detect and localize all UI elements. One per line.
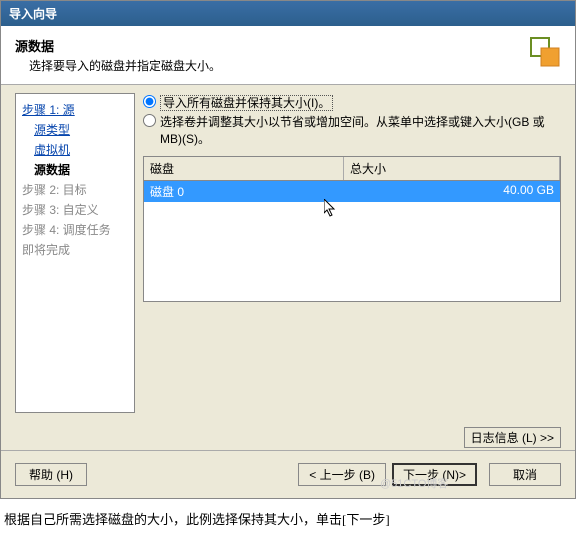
page-title: 源数据 bbox=[15, 36, 221, 55]
back-button[interactable]: < 上一步 (B) bbox=[298, 463, 386, 486]
radio-import-all-input[interactable] bbox=[143, 95, 156, 108]
content-area: 步骤 1: 源 源类型 虚拟机 源数据 步骤 2: 目标 步骤 3: 自定义 步… bbox=[1, 85, 575, 421]
step-1-source[interactable]: 步骤 1: 源 bbox=[20, 100, 130, 119]
step-finish: 即将完成 bbox=[20, 240, 130, 259]
step-2-target: 步骤 2: 目标 bbox=[20, 180, 130, 199]
main-panel: 导入所有磁盘并保持其大小(I)。 选择卷并调整其大小以节省或增加空间。从菜单中选… bbox=[143, 93, 561, 413]
radio-select-volumes[interactable]: 选择卷并调整其大小以节省或增加空间。从菜单中选择或键入大小(GB 或 MB)(S… bbox=[143, 112, 561, 148]
radio-import-all-label: 导入所有磁盘并保持其大小(I)。 bbox=[160, 94, 333, 111]
header-text: 源数据 选择要导入的磁盘并指定磁盘大小。 bbox=[15, 36, 221, 74]
disk-table-header: 磁盘 总大小 bbox=[144, 157, 560, 181]
separator bbox=[1, 450, 575, 451]
radio-group: 导入所有磁盘并保持其大小(I)。 选择卷并调整其大小以节省或增加空间。从菜单中选… bbox=[143, 93, 561, 148]
radio-import-all[interactable]: 导入所有磁盘并保持其大小(I)。 bbox=[143, 93, 561, 112]
step-virtual-machine[interactable]: 虚拟机 bbox=[32, 140, 130, 159]
radio-select-volumes-input[interactable] bbox=[143, 114, 156, 127]
step-3-custom: 步骤 3: 自定义 bbox=[20, 200, 130, 219]
wizard-steps-sidebar: 步骤 1: 源 源类型 虚拟机 源数据 步骤 2: 目标 步骤 3: 自定义 步… bbox=[15, 93, 135, 413]
button-bar: 帮助 (H) < 上一步 (B) 下一步 (N)> 取消 bbox=[1, 457, 575, 498]
table-row[interactable]: 磁盘 0 40.00 GB bbox=[144, 181, 560, 202]
header-section: 源数据 选择要导入的磁盘并指定磁盘大小。 bbox=[1, 26, 575, 85]
watermark: @51CTO博客 bbox=[380, 475, 448, 491]
help-button[interactable]: 帮助 (H) bbox=[15, 463, 87, 486]
cell-disk-size: 40.00 GB bbox=[344, 181, 560, 202]
cell-disk-name: 磁盘 0 bbox=[144, 181, 344, 202]
disk-table-body: 磁盘 0 40.00 GB bbox=[144, 181, 560, 301]
instruction-caption: 根据自己所需选择磁盘的大小，此例选择保持其大小，单击[下一步] bbox=[0, 499, 576, 538]
wizard-window: 导入向导 源数据 选择要导入的磁盘并指定磁盘大小。 步骤 1: 源 源类型 虚拟… bbox=[0, 0, 576, 499]
radio-select-volumes-label: 选择卷并调整其大小以节省或增加空间。从菜单中选择或键入大小(GB 或 MB)(S… bbox=[160, 113, 561, 147]
page-subtitle: 选择要导入的磁盘并指定磁盘大小。 bbox=[29, 57, 221, 74]
vmware-icon bbox=[529, 36, 561, 68]
titlebar: 导入向导 bbox=[1, 1, 575, 26]
step-4-schedule: 步骤 4: 调度任务 bbox=[20, 220, 130, 239]
col-disk: 磁盘 bbox=[144, 157, 344, 180]
disk-table: 磁盘 总大小 磁盘 0 40.00 GB bbox=[143, 156, 561, 302]
log-info-button[interactable]: 日志信息 (L) >> bbox=[464, 427, 561, 448]
step-source-data: 源数据 bbox=[32, 160, 130, 179]
window-title: 导入向导 bbox=[9, 7, 57, 21]
col-size: 总大小 bbox=[344, 157, 560, 180]
cursor-icon bbox=[324, 199, 338, 222]
log-row: 日志信息 (L) >> bbox=[1, 421, 575, 450]
step-source-type[interactable]: 源类型 bbox=[32, 120, 130, 139]
cancel-button[interactable]: 取消 bbox=[489, 463, 561, 486]
